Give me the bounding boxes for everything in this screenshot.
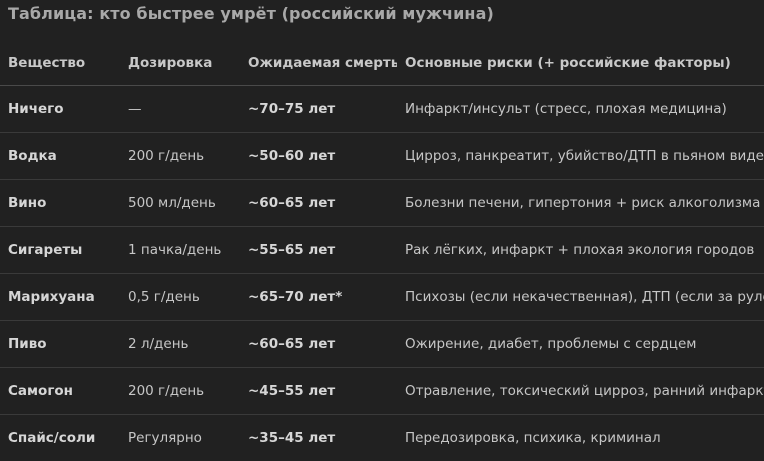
- cell-risks: Передозировка, психика, криминал: [397, 415, 764, 461]
- cell-death: ~45–55 лет: [240, 368, 397, 415]
- table-row: Спайс/соли Регулярно ~35–45 лет Передози…: [0, 415, 764, 461]
- cell-substance: Ничего: [0, 86, 120, 133]
- cell-substance: Пиво: [0, 321, 120, 368]
- table-row: Пиво 2 л/день ~60–65 лет Ожирение, диабе…: [0, 321, 764, 368]
- cell-risks: Болезни печени, гипертония + риск алкого…: [397, 180, 764, 227]
- table-title: Таблица: кто быстрее умрёт (российский м…: [8, 4, 494, 23]
- cell-substance: Водка: [0, 133, 120, 180]
- cell-risks: Ожирение, диабет, проблемы с сердцем: [397, 321, 764, 368]
- cell-substance: Марихуана: [0, 274, 120, 321]
- cell-death: ~35–45 лет: [240, 415, 397, 461]
- cell-dose: 500 мл/день: [120, 180, 240, 227]
- header-substance: Вещество: [0, 40, 120, 86]
- cell-dose: —: [120, 86, 240, 133]
- cell-substance: Сигареты: [0, 227, 120, 274]
- cell-risks: Цирроз, панкреатит, убийство/ДТП в пьяно…: [397, 133, 764, 180]
- cell-death: ~60–65 лет: [240, 321, 397, 368]
- table-header-row: Вещество Дозировка Ожидаемая смерть Осно…: [0, 40, 764, 86]
- header-expected-death: Ожидаемая смерть: [240, 40, 397, 86]
- cell-risks: Отравление, токсический цирроз, ранний и…: [397, 368, 764, 415]
- cell-death: ~60–65 лет: [240, 180, 397, 227]
- cell-risks: Инфаркт/инсульт (стресс, плохая медицина…: [397, 86, 764, 133]
- table-row: Ничего — ~70–75 лет Инфаркт/инсульт (стр…: [0, 86, 764, 133]
- cell-dose: 200 г/день: [120, 368, 240, 415]
- cell-risks: Психозы (если некачественная), ДТП (если…: [397, 274, 764, 321]
- comparison-table: Вещество Дозировка Ожидаемая смерть Осно…: [0, 40, 764, 461]
- cell-dose: 2 л/день: [120, 321, 240, 368]
- cell-death: ~55–65 лет: [240, 227, 397, 274]
- cell-death: ~50–60 лет: [240, 133, 397, 180]
- table-row: Самогон 200 г/день ~45–55 лет Отравление…: [0, 368, 764, 415]
- cell-dose: 200 г/день: [120, 133, 240, 180]
- cell-substance: Самогон: [0, 368, 120, 415]
- cell-death: ~70–75 лет: [240, 86, 397, 133]
- cell-dose: Регулярно: [120, 415, 240, 461]
- cell-substance: Спайс/соли: [0, 415, 120, 461]
- comparison-table-container: Вещество Дозировка Ожидаемая смерть Осно…: [0, 40, 764, 461]
- header-main-risks: Основные риски (+ российские факторы): [397, 40, 764, 86]
- cell-risks: Рак лёгких, инфаркт + плохая экология го…: [397, 227, 764, 274]
- table-row: Марихуана 0,5 г/день ~65–70 лет* Психозы…: [0, 274, 764, 321]
- table-row: Вино 500 мл/день ~60–65 лет Болезни пече…: [0, 180, 764, 227]
- table-row: Сигареты 1 пачка/день ~55–65 лет Рак лёг…: [0, 227, 764, 274]
- cell-dose: 1 пачка/день: [120, 227, 240, 274]
- header-dose: Дозировка: [120, 40, 240, 86]
- cell-dose: 0,5 г/день: [120, 274, 240, 321]
- cell-death: ~65–70 лет*: [240, 274, 397, 321]
- table-row: Водка 200 г/день ~50–60 лет Цирроз, панк…: [0, 133, 764, 180]
- cell-substance: Вино: [0, 180, 120, 227]
